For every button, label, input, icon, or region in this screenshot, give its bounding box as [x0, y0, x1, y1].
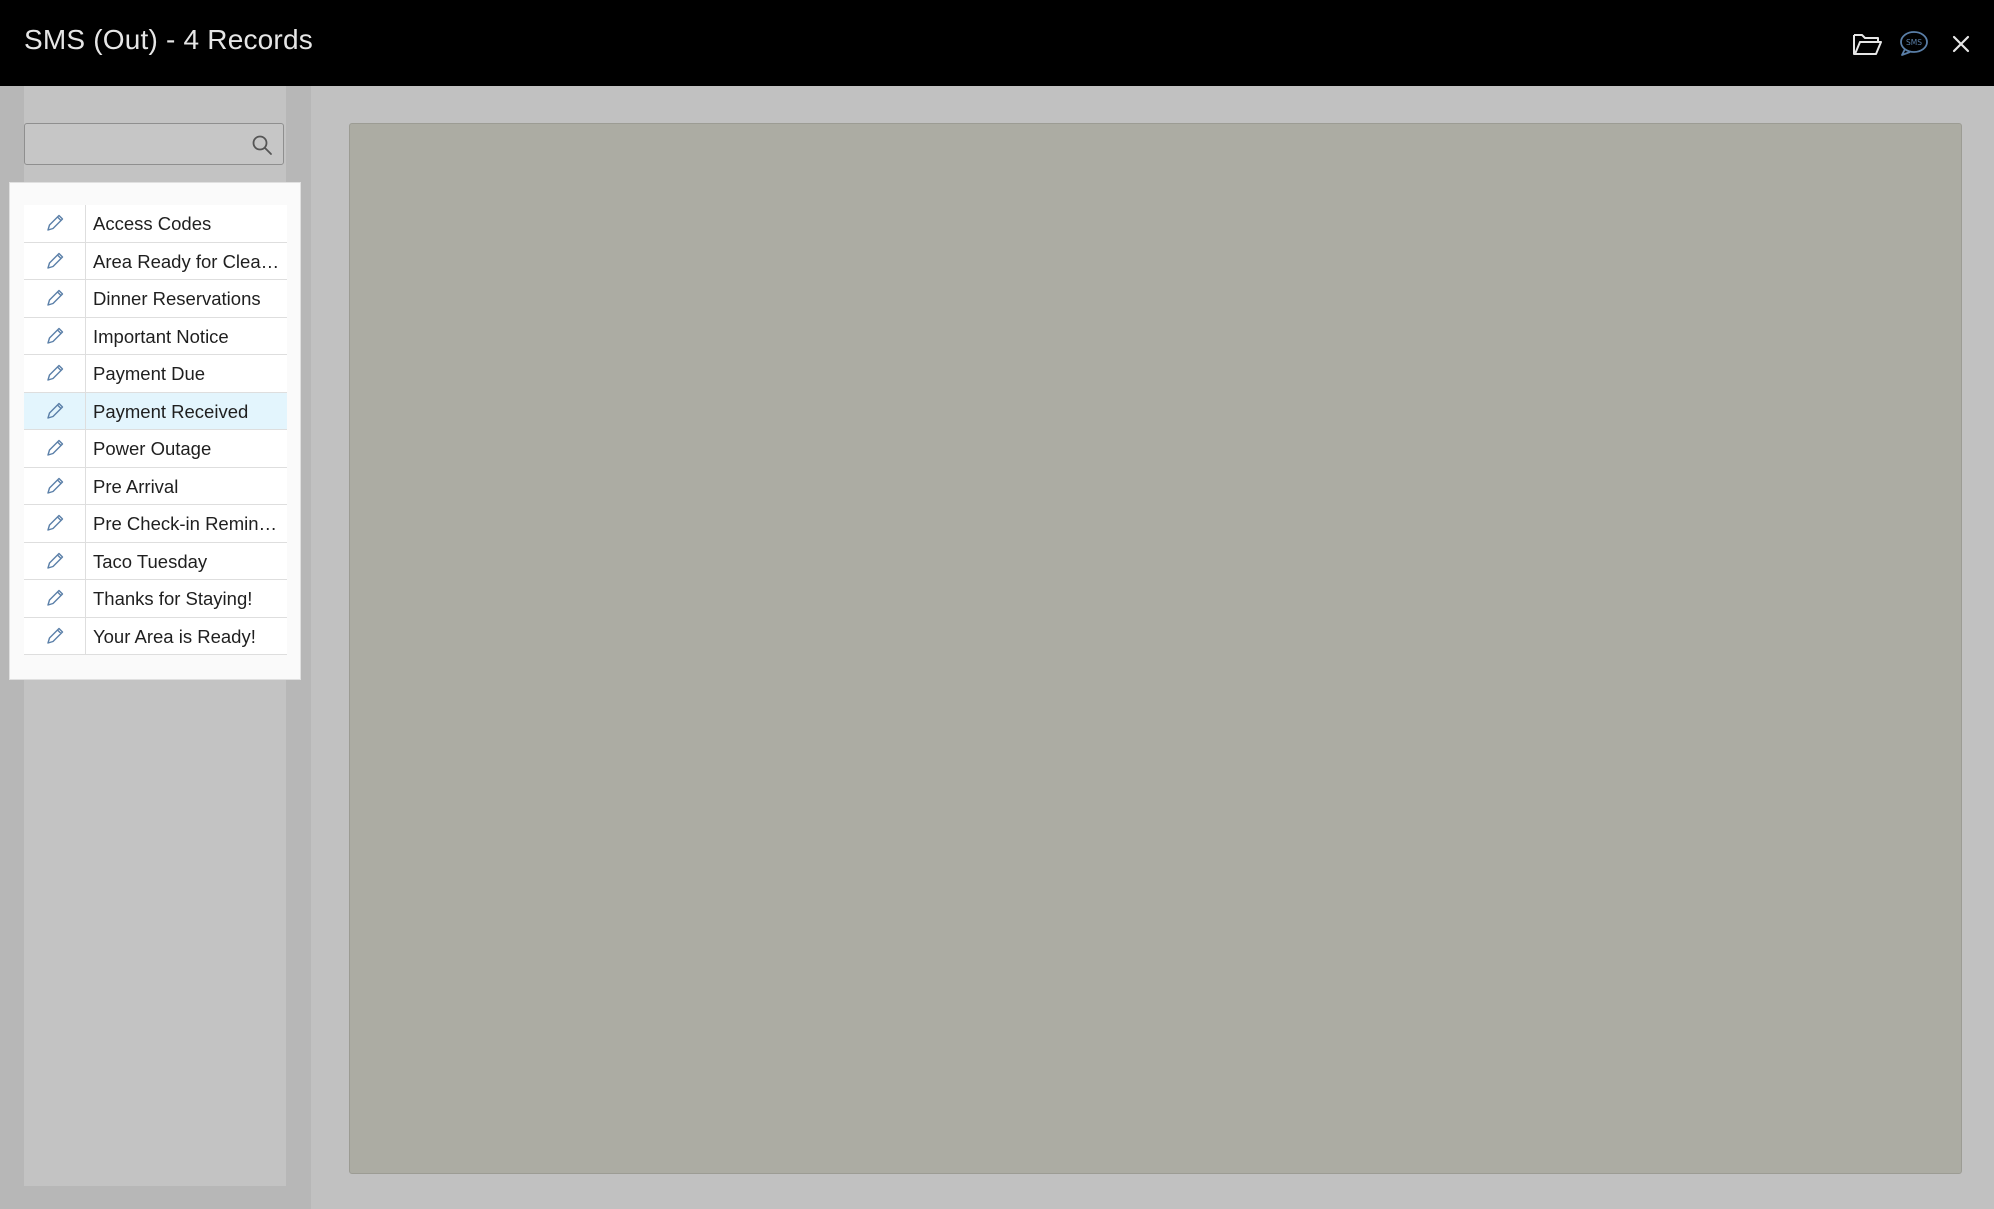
edit-pencil-icon[interactable]	[24, 242, 86, 279]
folder-open-icon[interactable]	[1850, 27, 1884, 61]
list-item-label: Power Outage	[93, 438, 212, 459]
list-item[interactable]: Dinner Reservations	[24, 280, 287, 318]
list-item[interactable]: Area Ready for Cleaning	[24, 242, 287, 280]
title-bar: SMS (Out) - 4 Records SMS	[0, 0, 1994, 86]
list-item[interactable]: Your Area is Ready!	[24, 617, 287, 655]
list-item-label: Payment Received	[93, 400, 249, 422]
close-icon[interactable]	[1944, 27, 1978, 61]
list-item[interactable]: Important Notice	[24, 317, 287, 355]
edit-pencil-icon[interactable]	[24, 430, 86, 467]
list-item-label: Thanks for Staying!	[93, 588, 253, 609]
edit-pencil-icon[interactable]	[24, 580, 86, 617]
list-item-label: Access Codes	[93, 213, 212, 234]
edit-pencil-icon[interactable]	[24, 467, 86, 504]
list-item-label: Pre Check-in Reminder	[93, 513, 285, 534]
list-item[interactable]: Taco Tuesday	[24, 542, 287, 580]
template-list-card: Access Codes Area Ready for Cleaning Din…	[9, 182, 301, 680]
list-item-label: Your Area is Ready!	[93, 625, 256, 647]
search-box[interactable]	[24, 123, 284, 166]
list-item-label: Pre Arrival	[93, 475, 179, 497]
list-item-label: Dinner Reservations	[93, 288, 261, 309]
list-item-label: Area Ready for Cleaning	[93, 250, 285, 272]
edit-pencil-icon[interactable]	[24, 355, 86, 392]
list-item[interactable]: Access Codes	[24, 205, 287, 243]
template-list: Access Codes Area Ready for Cleaning Din…	[24, 205, 287, 655]
list-item-label: Payment Due	[93, 363, 206, 384]
list-item-label: Taco Tuesday	[93, 550, 208, 572]
list-item-label: Important Notice	[93, 325, 229, 347]
list-item[interactable]: Power Outage	[24, 430, 287, 468]
list-item[interactable]: Pre Arrival	[24, 467, 287, 505]
window-title: SMS (Out) - 4 Records	[24, 24, 313, 55]
list-item[interactable]: Pre Check-in Reminder	[24, 505, 287, 543]
sms-icon[interactable]: SMS	[1897, 27, 1931, 61]
edit-pencil-icon[interactable]	[24, 505, 86, 542]
edit-pencil-icon[interactable]	[24, 205, 86, 242]
search-icon[interactable]	[251, 134, 273, 156]
edit-pencil-icon[interactable]	[24, 392, 86, 429]
list-item-selected[interactable]: Payment Received	[24, 392, 287, 430]
list-item[interactable]: Payment Due	[24, 355, 287, 393]
edit-pencil-icon[interactable]	[24, 542, 86, 579]
sms-icon-text: SMS	[1906, 38, 1922, 47]
search-input[interactable]	[33, 124, 247, 166]
detail-panel	[349, 123, 1962, 1174]
edit-pencil-icon[interactable]	[24, 617, 86, 654]
edit-pencil-icon[interactable]	[24, 317, 86, 354]
list-item[interactable]: Thanks for Staying!	[24, 580, 287, 618]
edit-pencil-icon[interactable]	[24, 280, 86, 317]
